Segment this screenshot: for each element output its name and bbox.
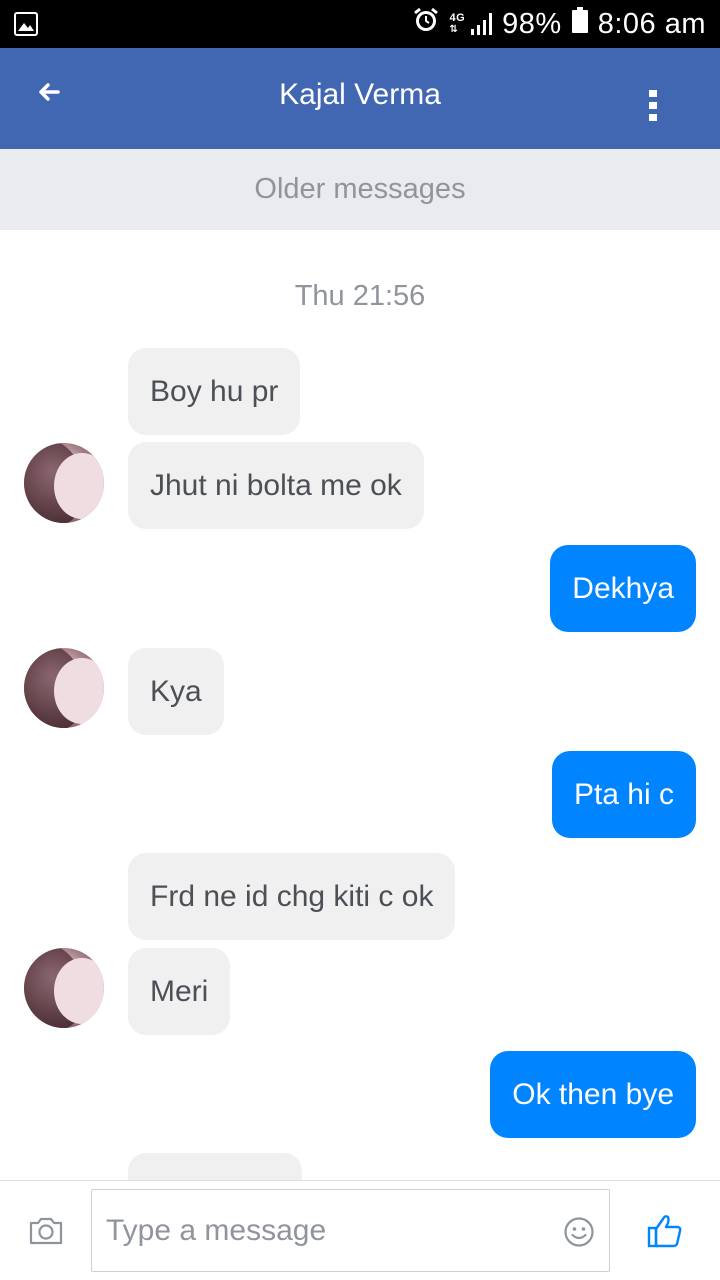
gallery-icon bbox=[14, 12, 38, 41]
incoming-message[interactable]: Frd ne id chg kiti c ok bbox=[128, 853, 456, 940]
emoji-icon[interactable] bbox=[563, 1216, 595, 1248]
outgoing-message[interactable]: Ok then bye bbox=[490, 1051, 696, 1138]
outgoing-message[interactable]: Dekhya bbox=[550, 545, 696, 632]
conversation-timestamp: Thu 21:56 bbox=[294, 280, 426, 312]
thumbs-up-icon[interactable] bbox=[645, 1211, 685, 1251]
clock: 8:06 am bbox=[597, 7, 706, 40]
outgoing-message[interactable]: Pta hi c bbox=[551, 751, 696, 838]
signal-icon bbox=[471, 13, 493, 35]
contact-name[interactable]: Kajal Verma bbox=[0, 78, 720, 112]
avatar[interactable] bbox=[24, 648, 104, 728]
battery-icon bbox=[571, 7, 588, 41]
incoming-message[interactable]: Kya bbox=[128, 648, 224, 735]
more-vert-icon[interactable] bbox=[642, 88, 666, 124]
conversation-header: Kajal Verma bbox=[0, 48, 720, 149]
status-indicators: 4G ⇅ 98% 8:06 am bbox=[413, 0, 706, 48]
messenger-screen: 4G ⇅ 98% 8:06 am Kajal Verma Older messa… bbox=[0, 0, 720, 1280]
incoming-message[interactable]: Boy hu pr bbox=[128, 348, 301, 435]
incoming-message[interactable]: Jhut ni bolta me ok bbox=[128, 442, 424, 529]
older-messages-button[interactable]: Older messages bbox=[0, 149, 720, 230]
alarm-icon bbox=[413, 7, 439, 41]
incoming-message[interactable]: Meri bbox=[128, 948, 231, 1035]
camera-icon[interactable] bbox=[28, 1215, 64, 1247]
status-bar: 4G ⇅ 98% 8:06 am bbox=[0, 0, 720, 48]
network-type: 4G ⇅ bbox=[449, 12, 466, 36]
battery-percent: 98% bbox=[502, 7, 562, 40]
message-composer bbox=[0, 1180, 720, 1280]
avatar[interactable] bbox=[24, 948, 104, 1028]
avatar[interactable] bbox=[24, 443, 104, 523]
message-input[interactable] bbox=[91, 1189, 610, 1272]
